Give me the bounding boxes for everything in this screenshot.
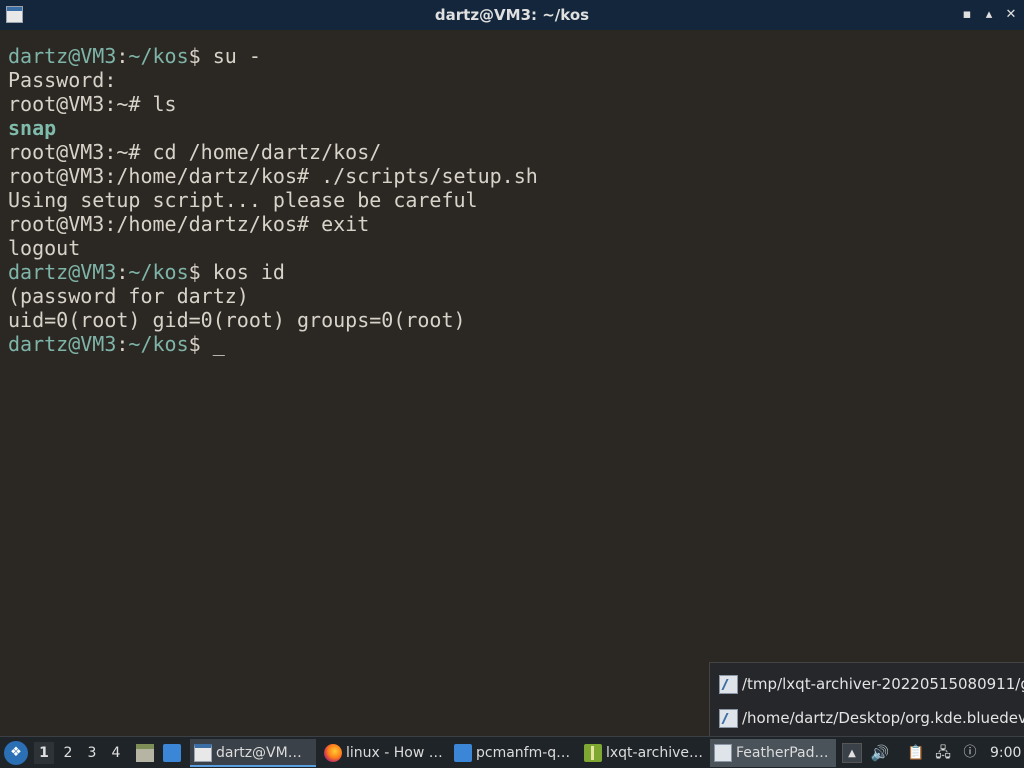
popup-item-label: /home/dartz/Desktop/org.kde.bluedevilse bbox=[742, 709, 1024, 727]
desktop-switch-2[interactable]: 2 bbox=[58, 742, 78, 764]
featherpad-icon bbox=[719, 709, 738, 728]
popup-item-tmp-file[interactable]: /tmp/lxqt-archiver-20220515080911/gmp bbox=[710, 667, 1024, 701]
terminal-text: root@VM3:/home/dartz/kos# exit bbox=[8, 212, 370, 236]
terminal-line: Using setup script... please be careful bbox=[8, 188, 1016, 212]
terminal-text: $ kos id bbox=[188, 260, 285, 284]
minimize-button[interactable]: ▪ bbox=[958, 5, 976, 25]
maximize-button[interactable]: ▴ bbox=[980, 5, 998, 25]
terminal-text: : bbox=[116, 44, 129, 68]
terminal-text: dartz@VM3 bbox=[8, 44, 117, 68]
terminal-text: root@VM3:/home/dartz/kos# ./scripts/setu… bbox=[8, 164, 538, 188]
task-label: pcmanfm-q… bbox=[476, 745, 571, 761]
lxqt-menu-icon[interactable]: ❖ bbox=[4, 741, 28, 765]
desktop-switch-3[interactable]: 3 bbox=[82, 742, 102, 764]
terminal-line: logout bbox=[8, 236, 1016, 260]
task-featherpad[interactable]: FeatherPad… bbox=[710, 739, 836, 767]
tray-expand-icon[interactable]: ▲ bbox=[842, 743, 862, 763]
task-label: FeatherPad… bbox=[736, 745, 829, 761]
task-firefox[interactable]: linux - How … bbox=[320, 739, 446, 767]
terminal-text: : bbox=[116, 260, 129, 284]
terminal-text: snap bbox=[8, 116, 57, 140]
featherpad-icon bbox=[714, 744, 732, 762]
firefox-icon bbox=[324, 744, 342, 762]
close-button[interactable]: ✕ bbox=[1002, 5, 1020, 25]
terminal-text: $ su - bbox=[188, 44, 261, 68]
terminal-cursor: _ bbox=[212, 332, 225, 356]
terminal-text: ~/kos bbox=[128, 44, 189, 68]
network-icon[interactable]: 🖧 bbox=[933, 743, 953, 763]
terminal-text: root@VM3:~# cd /home/dartz/kos/ bbox=[8, 140, 382, 164]
terminal-line: dartz@VM3:~/kos$ kos id bbox=[8, 260, 1016, 284]
terminal-icon bbox=[194, 744, 212, 762]
terminal-text: uid=0(root) gid=0(root) groups=0(root) bbox=[8, 308, 466, 332]
terminal-line: root@VM3:/home/dartz/kos# exit bbox=[8, 212, 1016, 236]
terminal-line: root@VM3:~# cd /home/dartz/kos/ bbox=[8, 140, 1016, 164]
window-list-popup: /tmp/lxqt-archiver-20220515080911/gmp /h… bbox=[709, 662, 1024, 736]
terminal-line: Password: bbox=[8, 68, 1016, 92]
terminal-text: logout bbox=[8, 236, 81, 260]
clipboard-icon[interactable]: 📋 bbox=[906, 743, 926, 763]
terminal-line: snap bbox=[8, 116, 1016, 140]
terminal-text: dartz@VM3 bbox=[8, 332, 117, 356]
terminal-text: ~/kos bbox=[128, 332, 189, 356]
terminal-text: (password for dartz) bbox=[8, 284, 249, 308]
featherpad-icon bbox=[719, 675, 738, 694]
task-terminal[interactable]: dartz@VM… bbox=[190, 739, 316, 767]
terminal-text: dartz@VM3 bbox=[8, 260, 117, 284]
task-label: lxqt-archive… bbox=[606, 745, 703, 761]
task-lxqt-archiver[interactable]: lxqt-archive… bbox=[580, 739, 706, 767]
terminal-text: Password: bbox=[8, 68, 117, 92]
desktop-switch-1[interactable]: 1 bbox=[34, 742, 54, 764]
terminal-line: dartz@VM3:~/kos$ _ bbox=[8, 332, 1016, 356]
task-label: linux - How … bbox=[346, 745, 443, 761]
popup-item-desktop-file[interactable]: /home/dartz/Desktop/org.kde.bluedevilse bbox=[710, 701, 1024, 735]
terminal-line: root@VM3:~# ls bbox=[8, 92, 1016, 116]
terminal-line: dartz@VM3:~/kos$ su - bbox=[8, 44, 1016, 68]
terminal-line: (password for dartz) bbox=[8, 284, 1016, 308]
folder-icon bbox=[454, 744, 472, 762]
clock[interactable]: 9:00 bbox=[990, 737, 1021, 768]
task-pcmanfm[interactable]: pcmanfm-q… bbox=[450, 739, 576, 767]
popup-item-label: /tmp/lxqt-archiver-20220515080911/gmp bbox=[742, 675, 1024, 693]
notification-icon[interactable]: ⓘ bbox=[960, 743, 980, 763]
terminal-text: ~/kos bbox=[128, 260, 189, 284]
show-desktop-icon[interactable] bbox=[163, 744, 181, 762]
terminal-line: uid=0(root) gid=0(root) groups=0(root) bbox=[8, 308, 1016, 332]
task-label: dartz@VM… bbox=[216, 745, 302, 761]
window-title: dartz@VM3: ~/kos bbox=[434, 6, 590, 24]
volume-icon[interactable]: 🔊 bbox=[870, 743, 890, 763]
terminal-text: $ bbox=[188, 332, 213, 356]
taskbar: ❖ 1 2 3 4 dartz@VM… linux - How … pcmanf… bbox=[0, 736, 1024, 768]
archive-icon bbox=[584, 744, 602, 762]
file-manager-launcher-icon[interactable] bbox=[136, 744, 154, 762]
terminal-text: root@VM3:~# ls bbox=[8, 92, 177, 116]
window-titlebar[interactable]: dartz@VM3: ~/kos ▪ ▴ ✕ bbox=[0, 0, 1024, 30]
terminal-output[interactable]: dartz@VM3:~/kos$ su - Password: root@VM3:~… bbox=[0, 30, 1024, 736]
terminal-text: : bbox=[116, 332, 129, 356]
desktop-switch-4[interactable]: 4 bbox=[106, 742, 126, 764]
terminal-line: root@VM3:/home/dartz/kos# ./scripts/setu… bbox=[8, 164, 1016, 188]
terminal-text: Using setup script... please be careful bbox=[8, 188, 478, 212]
